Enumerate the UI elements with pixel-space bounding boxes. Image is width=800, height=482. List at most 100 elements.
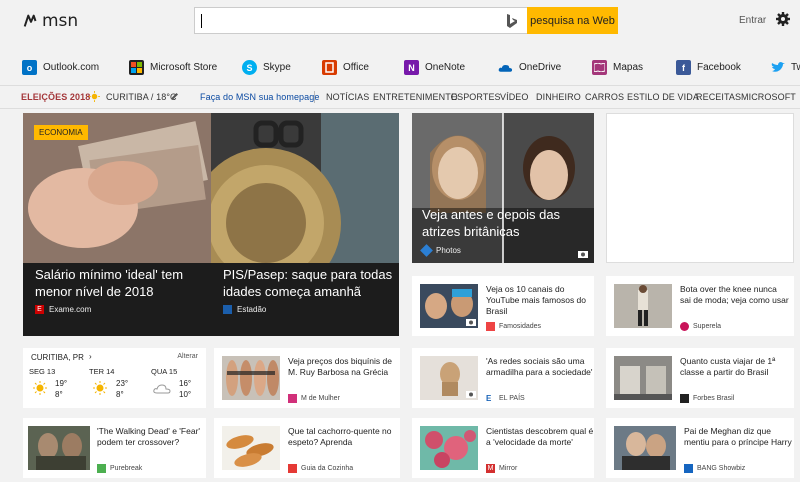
nav-homepage-link[interactable]: Faça do MSN sua homepage <box>200 92 319 102</box>
hero-image-coin <box>211 113 399 336</box>
search-input[interactable] <box>194 7 527 34</box>
news-card[interactable]: Pai de Meghan diz que mentiu para o prín… <box>606 418 794 478</box>
news-thumbnail <box>420 426 478 470</box>
hero-card-salario[interactable]: Salário mínimo 'ideal' tem menor nível d… <box>23 113 211 336</box>
shortcut-label: OneDrive <box>519 62 562 73</box>
nav-receitas[interactable]: RECEITAS <box>696 92 741 102</box>
shortcut-outlook[interactable]: o Outlook.com <box>22 60 99 75</box>
signin-link[interactable]: Entrar <box>739 15 766 26</box>
m-de-mulher-logo-icon <box>288 394 297 403</box>
msn-logo[interactable]: msn <box>22 11 78 31</box>
hero-card-pispasep[interactable]: PIS/Pasep: saque para todas idades começ… <box>211 113 399 336</box>
web-search-button[interactable]: pesquisa na Web <box>527 7 618 34</box>
news-thumbnail <box>614 426 676 470</box>
shortcut-label: Outlook.com <box>43 62 100 73</box>
nav-divider <box>314 91 315 103</box>
search-bar: pesquisa na Web <box>194 7 618 34</box>
nav-esportes[interactable]: ESPORTES <box>451 92 501 102</box>
shortcut-office[interactable]: Office <box>322 60 369 75</box>
shortcut-label: Facebook <box>697 62 741 73</box>
shortcut-store[interactable]: Microsoft Store <box>129 60 217 75</box>
sun-icon <box>93 381 107 395</box>
news-title: Pai de Meghan diz que mentiu para o prín… <box>684 426 792 447</box>
twitter-icon <box>770 60 785 75</box>
news-thumbnail <box>420 356 478 400</box>
weather-city[interactable]: CURITIBA, PR <box>31 353 84 362</box>
news-thumbnail <box>222 356 280 400</box>
shortcut-onedrive[interactable]: OneDrive <box>498 60 561 75</box>
nav-dinheiro[interactable]: DINHEIRO <box>536 92 581 102</box>
nav-video[interactable]: VÍDEO <box>500 92 529 102</box>
shortcut-label: Skype <box>263 62 291 73</box>
news-source: M de Mulher <box>288 394 340 403</box>
pencil-icon[interactable] <box>171 92 179 100</box>
shortcut-label: Office <box>343 62 369 73</box>
news-title: Cientistas descobrem qual é a 'velocidad… <box>486 426 594 447</box>
weather-widget[interactable]: CURITIBA, PR › Alterar SEG 13 19° 8° TER… <box>23 348 206 408</box>
shortcut-label: Tw <box>791 62 800 73</box>
onenote-icon: N <box>404 60 419 75</box>
news-card[interactable]: Quanto custa viajar de 1ª classe a parti… <box>606 348 794 408</box>
news-title: Veja preços dos biquínis de M. Ruy Barbo… <box>288 356 392 377</box>
sun-icon <box>89 91 100 102</box>
photos-icon <box>420 244 433 257</box>
news-source: Famosidades <box>486 322 541 331</box>
weather-day: SEG 13 <box>29 367 56 376</box>
sun-icon <box>33 381 47 395</box>
news-title: 'As redes sociais são uma armadilha para… <box>486 356 593 377</box>
news-title: Veja os 10 canais do YouTube mais famoso… <box>486 284 587 316</box>
guia-da-cozinha-logo-icon <box>288 464 297 473</box>
nav-elections[interactable]: ELEIÇÕES 2018 <box>21 92 90 102</box>
news-card[interactable]: Que tal cachorro-quente no espeto? Apren… <box>214 418 400 478</box>
source-label: Photos <box>436 246 461 255</box>
skype-icon: S <box>242 60 257 75</box>
nav-estilo-de-vida[interactable]: ESTILO DE VIDA <box>627 92 699 102</box>
gear-icon[interactable] <box>775 11 791 27</box>
news-card[interactable]: 'The Walking Dead' e 'Fear' podem ter cr… <box>23 418 206 478</box>
source-label: Superela <box>693 323 722 330</box>
shortcut-facebook[interactable]: f Facebook <box>676 60 741 75</box>
el-pais-logo-icon: E <box>486 394 492 403</box>
news-card[interactable]: 'As redes sociais são uma armadilha para… <box>412 348 594 408</box>
nav-entretenimento[interactable]: ENTRETENIMENTO <box>373 92 458 102</box>
news-thumbnail <box>28 426 90 470</box>
news-source: BANG Showbiz <box>684 464 745 473</box>
ad-slot[interactable] <box>606 113 794 263</box>
news-card[interactable]: Veja preços dos biquínis de M. Ruy Barbo… <box>214 348 400 408</box>
famosidades-logo-icon <box>486 322 495 331</box>
weather-low: 8° <box>116 390 124 399</box>
weather-high: 16° <box>179 379 192 388</box>
hero-card-atrizes[interactable]: Veja antes e depois das atrizes britânic… <box>412 113 594 263</box>
source-label: Purebreak <box>110 465 143 472</box>
office-icon <box>322 60 337 75</box>
news-thumbnail <box>614 356 672 400</box>
hero-source: Estadão <box>223 305 266 314</box>
nav-carros[interactable]: CARROS <box>585 92 624 102</box>
shortcut-label: OneNote <box>425 62 466 73</box>
bing-icon[interactable] <box>505 13 519 29</box>
source-label: EL PAÍS <box>499 395 525 402</box>
news-card[interactable]: Veja os 10 canais do YouTube mais famoso… <box>412 276 594 336</box>
weather-change-link[interactable]: Alterar <box>177 353 198 360</box>
nav-microsoft[interactable]: MICROSOFT <box>741 92 796 102</box>
source-label: M de Mulher <box>301 395 340 402</box>
source-label: Mirror <box>499 465 518 472</box>
category-badge[interactable]: ECONOMIA <box>34 125 88 140</box>
shortcut-onenote[interactable]: N OneNote <box>404 60 465 75</box>
shortcut-maps[interactable]: Mapas <box>592 60 643 75</box>
camera-icon <box>466 319 476 326</box>
shortcut-twitter[interactable]: Tw <box>770 60 800 75</box>
news-card[interactable]: Bota over the knee nunca sai de moda; ve… <box>606 276 794 336</box>
nav-noticias[interactable]: NOTÍCIAS <box>326 92 369 102</box>
onedrive-icon <box>498 60 513 75</box>
news-card[interactable]: Cientistas descobrem qual é a 'velocidad… <box>412 418 594 478</box>
chevron-right-icon[interactable]: › <box>89 352 92 361</box>
hero-source: E Exame.com <box>35 305 91 314</box>
news-thumbnail <box>222 426 280 470</box>
mirror-logo-icon: M <box>486 464 495 473</box>
news-source: Forbes Brasil <box>680 394 734 403</box>
shortcut-skype[interactable]: S Skype <box>242 60 291 75</box>
hero-source: Photos <box>420 244 461 257</box>
nav-weather[interactable]: CURITIBA / 18°C <box>106 92 177 102</box>
news-thumbnail <box>614 284 672 328</box>
